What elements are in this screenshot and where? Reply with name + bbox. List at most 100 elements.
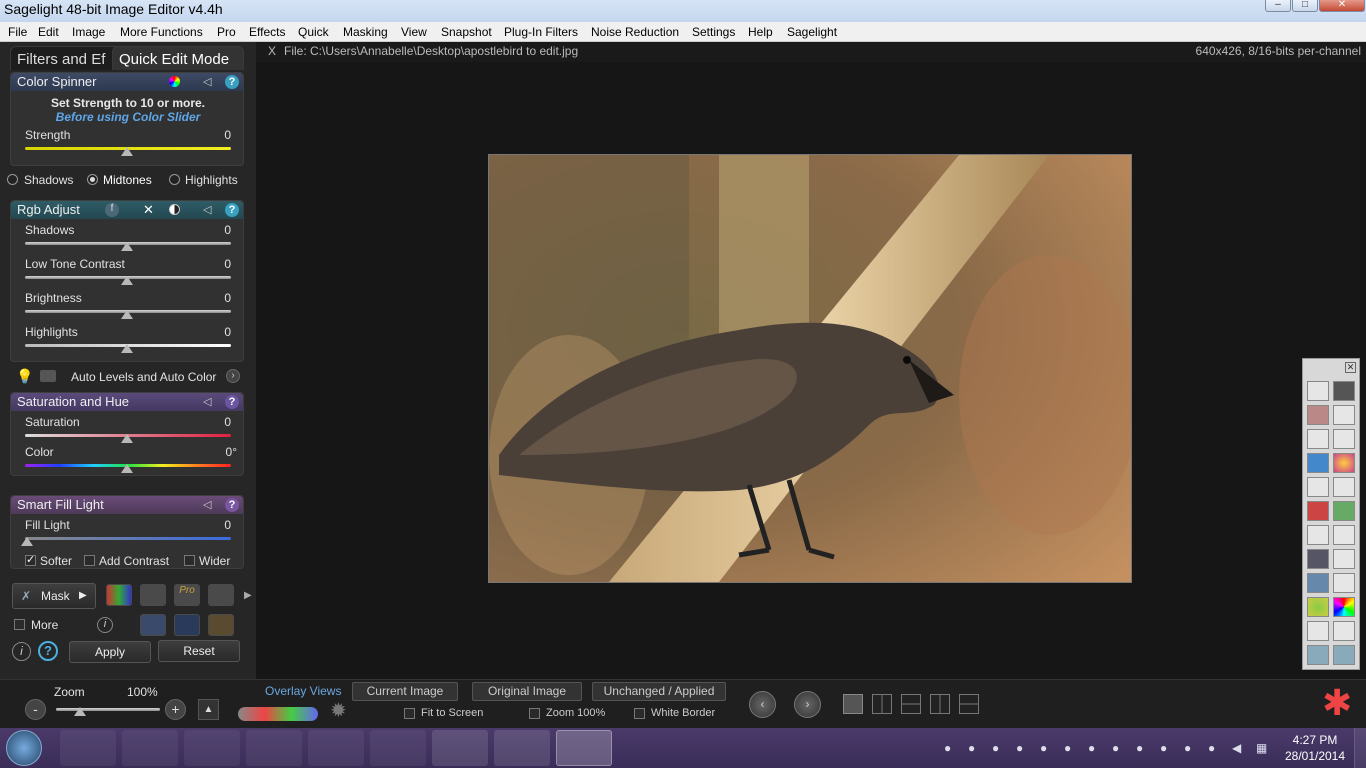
help-icon[interactable]: ? xyxy=(225,498,239,512)
more-checkbox[interactable] xyxy=(14,619,25,630)
radio-shadows[interactable] xyxy=(7,174,18,185)
itunes-icon[interactable] xyxy=(432,730,488,766)
function-icon[interactable]: f xyxy=(105,203,119,217)
collapse-icon[interactable]: ◁ xyxy=(203,498,211,511)
explorer-icon[interactable] xyxy=(122,730,178,766)
rotate-tool-icon[interactable] xyxy=(1307,429,1329,449)
spinner-note-link[interactable]: Before using Color Slider xyxy=(11,110,245,124)
help-icon[interactable]: ? xyxy=(225,203,239,217)
tray-icon[interactable]: ● xyxy=(968,741,982,755)
tray-icon[interactable]: ● xyxy=(1112,741,1126,755)
original-image-button[interactable]: Original Image xyxy=(472,682,582,701)
brush-tool-icon[interactable] xyxy=(1307,381,1329,401)
split-horizontal-icon[interactable] xyxy=(901,694,921,714)
zoom-in-button[interactable]: + xyxy=(165,699,186,720)
chevron-right-icon[interactable]: › xyxy=(226,369,240,383)
white-border-checkbox[interactable] xyxy=(634,708,645,719)
zoom-100-checkbox[interactable] xyxy=(529,708,540,719)
crop-tool-icon[interactable] xyxy=(1307,477,1329,497)
menu-settings[interactable]: Settings xyxy=(692,25,735,39)
waveform-icon[interactable] xyxy=(174,614,200,636)
radio-midtones[interactable] xyxy=(87,174,98,185)
menu-noise-reduction[interactable]: Noise Reduction xyxy=(591,25,679,39)
zoom-up-icon[interactable]: ▲ xyxy=(198,699,219,720)
top-bottom-icon[interactable] xyxy=(959,694,979,714)
import-tool-icon[interactable] xyxy=(1333,645,1355,665)
sun-icon[interactable]: ✹ xyxy=(330,701,347,721)
monitor-icon[interactable] xyxy=(208,584,234,606)
help-icon[interactable]: ? xyxy=(225,395,239,409)
wand-tool-icon[interactable] xyxy=(1307,549,1329,569)
saturation-slider-thumb[interactable] xyxy=(121,434,133,443)
bulb-icon[interactable]: 💡 xyxy=(16,368,33,385)
contrast-icon[interactable] xyxy=(169,204,180,215)
clock-time[interactable]: 4:27 PM xyxy=(1282,733,1348,747)
app-icon[interactable] xyxy=(246,730,302,766)
close-button[interactable]: ✕ xyxy=(1319,0,1365,12)
tray-icon[interactable]: ● xyxy=(1208,741,1222,755)
calculator-icon[interactable] xyxy=(308,730,364,766)
gimp-icon[interactable] xyxy=(370,730,426,766)
fill-light-slider[interactable] xyxy=(25,537,231,540)
minimize-button[interactable]: – xyxy=(1265,0,1291,12)
pro-icon[interactable]: Pro xyxy=(174,584,200,606)
color-tool-icon[interactable] xyxy=(1307,501,1329,521)
low-tone-contrast-slider-thumb[interactable] xyxy=(121,276,133,285)
pattern-tool-icon[interactable] xyxy=(1307,453,1329,473)
histogram-icon[interactable] xyxy=(106,584,132,606)
stairs-tool-icon[interactable] xyxy=(1333,405,1355,425)
reset-button[interactable]: Reset xyxy=(158,640,240,662)
zoom-out-button[interactable]: - xyxy=(25,699,46,720)
x-tool-icon[interactable]: ✕ xyxy=(143,202,154,218)
menu-sagelight[interactable]: Sagelight xyxy=(787,25,837,39)
menu-effects[interactable]: Effects xyxy=(249,25,285,39)
color-burst-tool-icon[interactable] xyxy=(1333,453,1355,473)
print-tool-icon[interactable] xyxy=(1307,621,1329,641)
eye-tool-icon[interactable] xyxy=(1333,381,1355,401)
tray-icon[interactable]: ● xyxy=(1136,741,1150,755)
tray-icon[interactable]: ● xyxy=(944,741,958,755)
current-image-button[interactable]: Current Image xyxy=(352,682,458,701)
mask-button[interactable]: ✗ Mask ▶ xyxy=(12,583,96,609)
info-icon[interactable]: i xyxy=(97,617,113,633)
close-file-icon[interactable]: X xyxy=(268,44,276,58)
fill-light-slider-thumb[interactable] xyxy=(21,537,33,546)
redeye-tool-icon[interactable] xyxy=(1333,525,1355,545)
volume-icon[interactable]: ◀ xyxy=(1232,741,1246,755)
circles-tool-icon[interactable] xyxy=(1307,597,1329,617)
panel-expand-icon[interactable]: ▶ xyxy=(244,590,252,601)
color-wheel-icon[interactable] xyxy=(169,76,180,87)
tray-icon[interactable]: ● xyxy=(1160,741,1174,755)
menu-plugin-filters[interactable]: Plug-In Filters xyxy=(504,25,578,39)
tab-filters-effects[interactable]: Filters and Ef xyxy=(10,46,122,70)
menu-view[interactable]: View xyxy=(401,25,427,39)
tray-icon[interactable]: ● xyxy=(1064,741,1078,755)
auto-levels-label[interactable]: Auto Levels and Auto Color xyxy=(71,370,216,384)
zoom-slider-thumb[interactable] xyxy=(74,707,86,716)
picture-tool-icon[interactable] xyxy=(1307,573,1329,593)
collapse-icon[interactable]: ◁ xyxy=(203,395,211,408)
menu-quick[interactable]: Quick xyxy=(298,25,329,39)
color-slider-thumb[interactable] xyxy=(121,464,133,473)
help-icon[interactable]: ? xyxy=(225,75,239,89)
shadows-slider-thumb[interactable] xyxy=(121,242,133,251)
face-tool-icon[interactable] xyxy=(1307,405,1329,425)
overlay-color-buttons[interactable] xyxy=(238,707,318,721)
image-canvas[interactable] xyxy=(488,154,1132,583)
zoom-slider[interactable] xyxy=(56,708,160,711)
palette-tool-icon[interactable] xyxy=(1333,501,1355,521)
menu-image[interactable]: Image xyxy=(72,25,105,39)
side-by-side-icon[interactable] xyxy=(930,694,950,714)
start-button[interactable] xyxy=(6,730,42,766)
wrench-tool-icon[interactable] xyxy=(1333,621,1355,641)
menu-more-functions[interactable]: More Functions xyxy=(120,25,203,39)
wider-checkbox[interactable] xyxy=(184,555,195,566)
menu-masking[interactable]: Masking xyxy=(343,25,388,39)
split-vertical-icon[interactable] xyxy=(872,694,892,714)
next-image-icon[interactable]: › xyxy=(794,691,821,718)
menu-file[interactable]: File xyxy=(8,25,27,39)
sticky-notes-icon[interactable] xyxy=(494,730,550,766)
marquee-tool-icon[interactable] xyxy=(1333,477,1355,497)
firefox-icon[interactable] xyxy=(184,730,240,766)
tray-icon[interactable]: ● xyxy=(1184,741,1198,755)
